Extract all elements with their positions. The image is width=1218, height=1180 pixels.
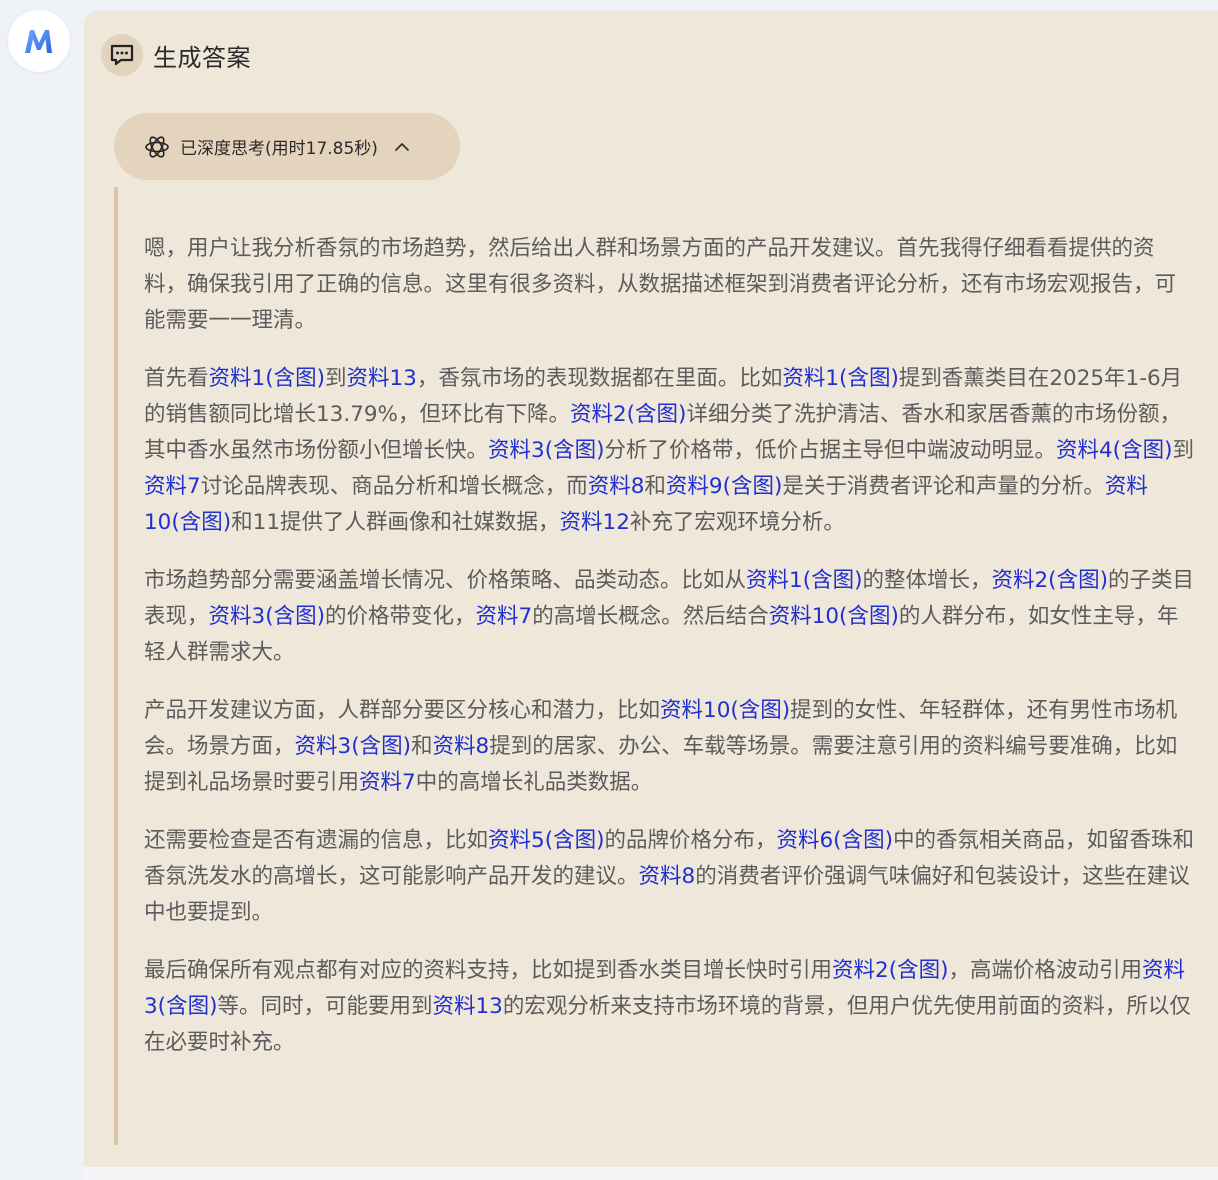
thought-text-run: ，高端价格波动引用: [948, 958, 1142, 983]
thought-text-run: 产品开发建议方面，人群部分要区分核心和潜力，比如: [144, 698, 661, 723]
thought-text-run: 和: [410, 734, 433, 759]
thought-text-run: 市场趋势部分需要涵盖增长情况、价格策略、品类动态。比如从: [144, 568, 747, 593]
thought-text-run: 补充了宏观环境分析。: [629, 510, 845, 535]
source-reference-link[interactable]: 资料8: [639, 864, 696, 889]
source-reference-link[interactable]: 资料13: [347, 366, 417, 391]
source-reference-link[interactable]: 资料7: [359, 770, 416, 795]
source-reference-link[interactable]: 资料8: [433, 734, 490, 759]
thought-text-run: 等。同时，可能要用到: [217, 994, 433, 1019]
source-reference-link[interactable]: 资料12: [560, 510, 630, 535]
source-reference-link[interactable]: 资料9(含图): [666, 474, 782, 499]
panel-footer-strip: [84, 1167, 1218, 1180]
source-reference-link[interactable]: 资料7: [476, 604, 533, 629]
source-reference-link[interactable]: 资料10(含图): [660, 698, 790, 723]
thought-process-block: 嗯，用户让我分析香氛的市场趋势，然后给出人群和场景方面的产品开发建议。首先我得仔…: [114, 187, 1198, 1145]
source-reference-link[interactable]: 资料8: [588, 474, 645, 499]
page: 生成答案 已深度思考(用时17.85秒) 嗯，用户让我分析香氛的市场趋势，然后给…: [0, 0, 1218, 1180]
source-reference-link[interactable]: 资料1(含图): [746, 568, 862, 593]
chevron-up-icon: [394, 142, 410, 152]
thought-text-run: 的整体增长，: [862, 568, 992, 593]
thinking-status-label: 已深度思考(用时17.85秒): [180, 139, 378, 159]
deep-thinking-toggle[interactable]: 已深度思考(用时17.85秒): [114, 113, 460, 180]
source-reference-link[interactable]: 资料4(含图): [1056, 438, 1172, 463]
thought-text-run: 和11提供了人群画像和社媒数据，: [231, 510, 560, 535]
answer-panel: 生成答案 已深度思考(用时17.85秒) 嗯，用户让我分析香氛的市场趋势，然后给…: [84, 11, 1218, 1167]
thought-paragraph: 还需要检查是否有遗漏的信息，比如资料5(含图)的品牌价格分布，资料6(含图)中的…: [144, 823, 1196, 931]
app-logo[interactable]: [8, 10, 70, 72]
thought-text-run: 和: [644, 474, 666, 499]
logo-m-icon: [25, 30, 52, 53]
source-reference-link[interactable]: 资料1(含图): [782, 366, 898, 391]
source-reference-link[interactable]: 资料3(含图): [209, 604, 325, 629]
source-reference-link[interactable]: 资料3(含图): [295, 734, 411, 759]
answer-header: 生成答案: [101, 34, 251, 76]
thought-paragraph: 首先看资料1(含图)到资料13，香氛市场的表现数据都在里面。比如资料1(含图)提…: [144, 361, 1196, 541]
chat-bubble-icon: [101, 34, 143, 76]
thought-text: 嗯，用户让我分析香氛的市场趋势，然后给出人群和场景方面的产品开发建议。首先我得仔…: [144, 231, 1196, 1083]
source-reference-link[interactable]: 资料2(含图): [832, 958, 948, 983]
answer-title: 生成答案: [153, 43, 251, 72]
thought-text-run: ，香氛市场的表现数据都在里面。比如: [416, 366, 783, 391]
thought-paragraph: 最后确保所有观点都有对应的资料支持，比如提到香水类目增长快时引用资料2(含图)，…: [144, 953, 1196, 1061]
source-reference-link[interactable]: 资料6(含图): [777, 828, 893, 853]
thought-text-run: 嗯，用户让我分析香氛的市场趋势，然后给出人群和场景方面的产品开发建议。首先我得仔…: [144, 236, 1177, 333]
thought-text-run: 到: [1172, 438, 1194, 463]
thought-paragraph: 嗯，用户让我分析香氛的市场趋势，然后给出人群和场景方面的产品开发建议。首先我得仔…: [144, 231, 1196, 339]
thought-paragraph: 产品开发建议方面，人群部分要区分核心和潜力，比如资料10(含图)提到的女性、年轻…: [144, 693, 1196, 801]
thought-text-run: 是关于消费者评论和声量的分析。: [782, 474, 1105, 499]
source-reference-link[interactable]: 资料10(含图): [769, 604, 899, 629]
thought-text-run: 分析了价格带，低价占据主导但中端波动明显。: [604, 438, 1056, 463]
thought-text-run: 首先看: [144, 366, 209, 391]
source-reference-link[interactable]: 资料7: [144, 474, 201, 499]
thought-text-run: 的价格带变化，: [324, 604, 476, 629]
source-reference-link[interactable]: 资料2(含图): [992, 568, 1108, 593]
thought-text-run: 到: [324, 366, 347, 391]
source-reference-link[interactable]: 资料2(含图): [570, 402, 686, 427]
thought-text-run: 的品牌价格分布，: [604, 828, 777, 853]
thought-text-run: 的高增长概念。然后结合: [532, 604, 769, 629]
thought-text-run: 最后确保所有观点都有对应的资料支持，比如提到香水类目增长快时引用: [144, 958, 833, 983]
thought-text-run: 讨论品牌表现、商品分析和增长概念，而: [200, 474, 588, 499]
thought-paragraph: 市场趋势部分需要涵盖增长情况、价格策略、品类动态。比如从资料1(含图)的整体增长…: [144, 563, 1196, 671]
source-reference-link[interactable]: 资料3(含图): [488, 438, 604, 463]
source-reference-link[interactable]: 资料13: [432, 994, 502, 1019]
thought-text-run: 还需要检查是否有遗漏的信息，比如: [144, 828, 489, 853]
source-reference-link[interactable]: 资料5(含图): [488, 828, 604, 853]
atom-icon: [144, 134, 170, 160]
source-reference-link[interactable]: 资料1(含图): [209, 366, 325, 391]
thought-text-run: 中的高增长礼品类数据。: [415, 770, 653, 795]
